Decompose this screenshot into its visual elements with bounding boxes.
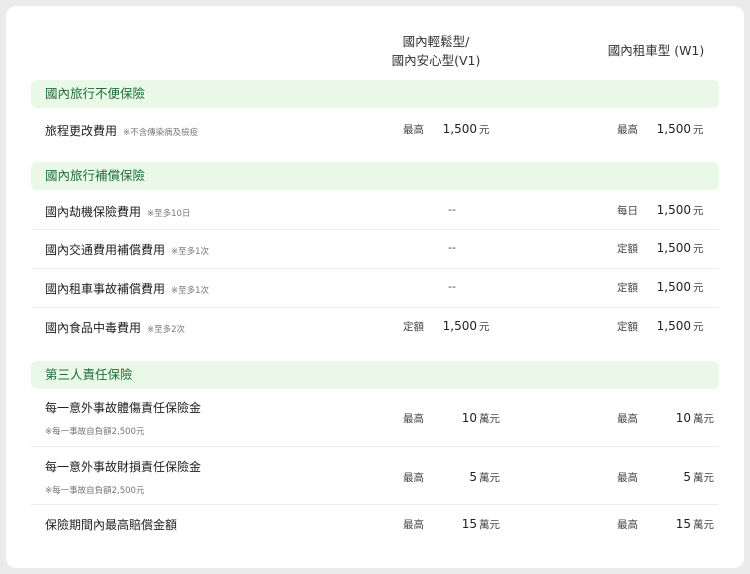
- row-label: 國內租車事故補償費用 ※至多1次: [45, 280, 209, 297]
- value-amount: 1,500: [442, 122, 477, 136]
- value-unit: 萬元: [479, 519, 500, 531]
- row-subnote: ※每一事故自負額2,500元: [45, 486, 145, 496]
- row-label-text: 旅程更改費用: [45, 124, 118, 138]
- value-prefix: 最高: [403, 519, 424, 531]
- row-note: ※至多1次: [171, 247, 210, 257]
- value-amount: 1,500: [656, 241, 691, 255]
- row-label-text: 國內交通費用補償費用: [45, 243, 166, 257]
- value-unit: 萬元: [693, 413, 714, 425]
- value-v1: 定額 1,500 元: [403, 319, 490, 334]
- value-prefix: 最高: [617, 413, 638, 425]
- value-w1: 最高 1,500 元: [617, 122, 704, 137]
- value-amount: 10: [461, 411, 477, 425]
- value-w1: 定額 1,500 元: [617, 241, 704, 256]
- value-v1-empty: --: [448, 203, 456, 216]
- value-unit: 萬元: [479, 413, 500, 425]
- table-row: 每一意外事故財損責任保險金 ※每一事故自負額2,500元 最高 5 萬元 最高 5 萬元: [31, 447, 719, 505]
- value-prefix: 最高: [403, 413, 424, 425]
- table-row: 每一意外事故體傷責任保險金 ※每一事故自負額2,500元 最高 10 萬元 最高 10…: [31, 389, 719, 447]
- value-amount: 5: [469, 470, 477, 484]
- value-w1: 定額 1,500 元: [617, 319, 704, 334]
- value-unit: 元: [693, 243, 704, 255]
- value-amount: 15: [675, 517, 691, 531]
- value-prefix: 定額: [617, 243, 638, 255]
- coverage-table-card: 國內輕鬆型/ 國內安心型(V1) 國內租車型 (W1) 國內旅行不便保險 旅程更…: [6, 6, 744, 568]
- row-label: 國內劫機保險費用 ※至多10日: [45, 203, 190, 220]
- section-header-third-party-liability: 第三人責任保險: [31, 361, 719, 389]
- column-header-v1: 國內輕鬆型/ 國內安心型(V1): [366, 32, 506, 70]
- section-header-travel-compensation: 國內旅行補償保險: [31, 162, 719, 190]
- table-row: 國內食品中毒費用 ※至多2次 定額 1,500 元 定額 1,500 元: [31, 308, 719, 350]
- row-label: 旅程更改費用 ※不含傳染病及檢疫: [45, 122, 198, 139]
- row-label: 國內食品中毒費用 ※至多2次: [45, 319, 185, 336]
- value-unit: 元: [693, 282, 704, 294]
- row-note: ※至多1次: [171, 286, 210, 296]
- value-amount: 1,500: [656, 203, 691, 217]
- value-w1: 定額 1,500 元: [617, 280, 704, 295]
- row-label: 國內交通費用補償費用 ※至多1次: [45, 241, 209, 258]
- row-label-text: 國內食品中毒費用: [45, 321, 142, 335]
- value-amount: 1,500: [656, 280, 691, 294]
- row-note: ※至多2次: [147, 325, 186, 335]
- column-header-v1-line2: 國內安心型(V1): [391, 53, 481, 68]
- value-w1: 最高 10 萬元: [617, 411, 714, 426]
- value-w1: 每日 1,500 元: [617, 203, 704, 218]
- table-row: 旅程更改費用 ※不含傳染病及檢疫 最高 1,500 元 最高 1,500 元: [31, 108, 719, 154]
- value-w1: 最高 15 萬元: [617, 517, 714, 532]
- value-unit: 元: [479, 124, 490, 136]
- value-prefix: 最高: [617, 124, 638, 136]
- value-v1-empty: --: [448, 241, 456, 254]
- value-prefix: 最高: [617, 472, 638, 484]
- table-row: 保險期間內最高賠償金額 最高 15 萬元 最高 15 萬元: [31, 505, 719, 545]
- value-unit: 萬元: [693, 472, 714, 484]
- value-w1: 最高 5 萬元: [617, 470, 714, 485]
- value-amount: 1,500: [442, 319, 477, 333]
- value-v1-empty: --: [448, 280, 456, 293]
- value-unit: 元: [693, 321, 704, 333]
- row-note: ※不含傳染病及檢疫: [123, 128, 199, 138]
- column-header-v1-line1: 國內輕鬆型/: [402, 34, 470, 49]
- value-v1: 最高 1,500 元: [403, 122, 490, 137]
- table-row: 國內租車事故補償費用 ※至多1次 -- 定額 1,500 元: [31, 269, 719, 308]
- value-v1: 最高 15 萬元: [403, 517, 500, 532]
- value-prefix: 定額: [617, 282, 638, 294]
- value-prefix: 最高: [403, 124, 424, 136]
- value-unit: 元: [693, 124, 704, 136]
- value-amount: 10: [675, 411, 691, 425]
- section-header-travel-inconvenience: 國內旅行不便保險: [31, 80, 719, 108]
- value-amount: 15: [461, 517, 477, 531]
- table-row: 國內劫機保險費用 ※至多10日 -- 每日 1,500 元: [31, 190, 719, 230]
- value-prefix: 定額: [617, 321, 638, 333]
- row-label-text: 國內租車事故補償費用: [45, 282, 166, 296]
- row-label-text: 國內劫機保險費用: [45, 205, 142, 219]
- value-v1: 最高 5 萬元: [403, 470, 500, 485]
- value-unit: 元: [693, 205, 704, 217]
- value-v1: 最高 10 萬元: [403, 411, 500, 426]
- value-amount: 5: [683, 470, 691, 484]
- column-header-w1: 國內租車型 (W1): [607, 43, 705, 58]
- value-unit: 萬元: [479, 472, 500, 484]
- value-prefix: 定額: [403, 321, 424, 333]
- table-row: 國內交通費用補償費用 ※至多1次 -- 定額 1,500 元: [31, 230, 719, 269]
- row-note: ※至多10日: [147, 209, 191, 219]
- row-label: 保險期間內最高賠償金額: [45, 518, 178, 532]
- row-label: 每一意外事故財損責任保險金: [45, 460, 202, 474]
- row-label: 每一意外事故體傷責任保險金: [45, 401, 202, 415]
- value-unit: 萬元: [693, 519, 714, 531]
- row-subnote: ※每一事故自負額2,500元: [45, 427, 145, 437]
- value-unit: 元: [479, 321, 490, 333]
- value-prefix: 最高: [617, 519, 638, 531]
- value-amount: 1,500: [656, 122, 691, 136]
- value-prefix: 最高: [403, 472, 424, 484]
- value-prefix: 每日: [617, 205, 638, 217]
- value-amount: 1,500: [656, 319, 691, 333]
